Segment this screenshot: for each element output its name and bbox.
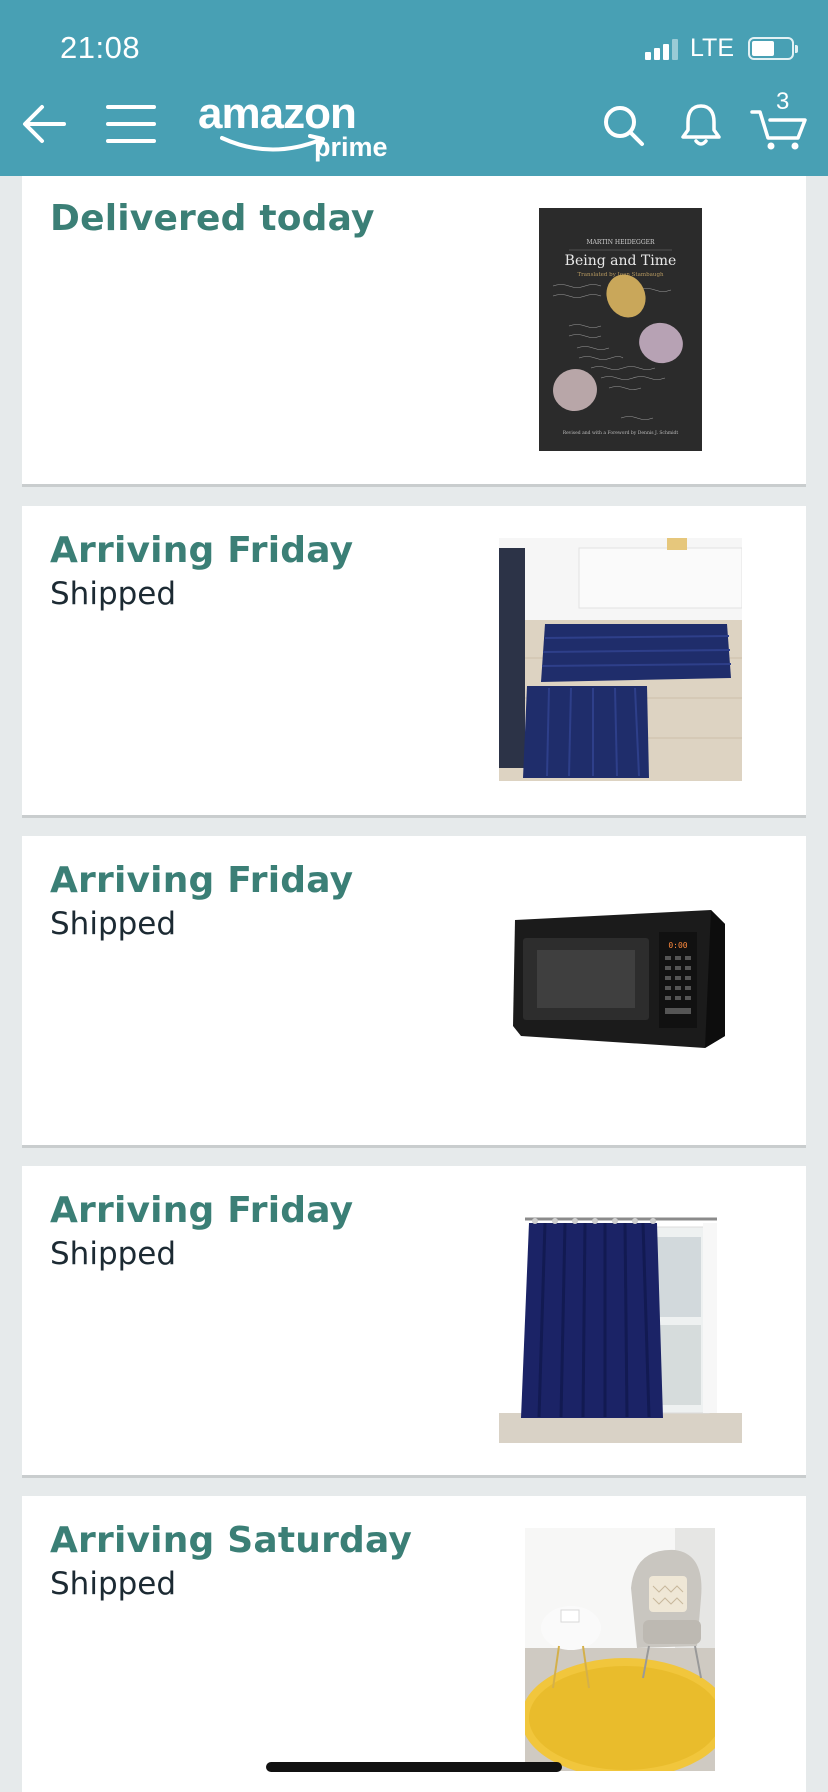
book-footer: Revised and with a Foreword by Dennis J.… [563,430,679,436]
shipment-status: Shipped [50,576,177,612]
order-card[interactable]: Arriving Friday Shipped [22,1166,806,1478]
shipment-status: Shipped [50,1566,177,1602]
menu-icon[interactable] [106,104,156,144]
back-arrow-icon[interactable] [20,102,68,146]
home-indicator[interactable] [266,1762,562,1772]
product-image-curtain[interactable] [499,1213,742,1443]
product-image-yellow-rug[interactable] [521,1528,729,1778]
delivery-title: Arriving Friday [50,530,354,571]
bell-icon[interactable] [678,102,724,148]
book-author: MARTIN HEIDEGGER [586,239,655,246]
product-image-microwave[interactable]: 0:00 [499,868,742,1111]
amazon-prime-logo[interactable]: amazon prime [198,92,398,170]
status-time: 21:08 [60,30,141,65]
svg-text:0:00: 0:00 [668,941,687,950]
app-header: 21:08 LTE amazon prime 3 [0,0,828,176]
battery-icon [748,37,798,60]
signal-icon [645,38,678,60]
cart-count-badge: 3 [776,88,790,115]
shipment-status: Shipped [50,1236,177,1272]
navigation-bar: amazon prime 3 [0,88,828,170]
shipment-status: Shipped [50,906,177,942]
product-image-book[interactable]: MARTIN HEIDEGGER Being and Time Translat… [539,208,702,451]
order-card[interactable]: Arriving Friday Shipped [22,506,806,818]
order-card[interactable]: Arriving Friday Shipped 0:00 [22,836,806,1148]
search-icon[interactable] [602,104,646,148]
delivery-title: Delivered today [50,198,375,239]
network-label: LTE [690,34,734,62]
book-title: Being and Time [565,253,677,269]
product-image-bath-rugs[interactable] [499,538,743,781]
delivery-title: Arriving Friday [50,860,354,901]
delivery-title: Arriving Saturday [50,1520,413,1561]
status-indicators: LTE [645,34,798,63]
delivery-title: Arriving Friday [50,1190,354,1231]
order-card[interactable]: Arriving Saturday Shipped [22,1496,806,1792]
order-card[interactable]: Delivered today MARTIN HEIDEGGER Being a… [22,176,806,487]
